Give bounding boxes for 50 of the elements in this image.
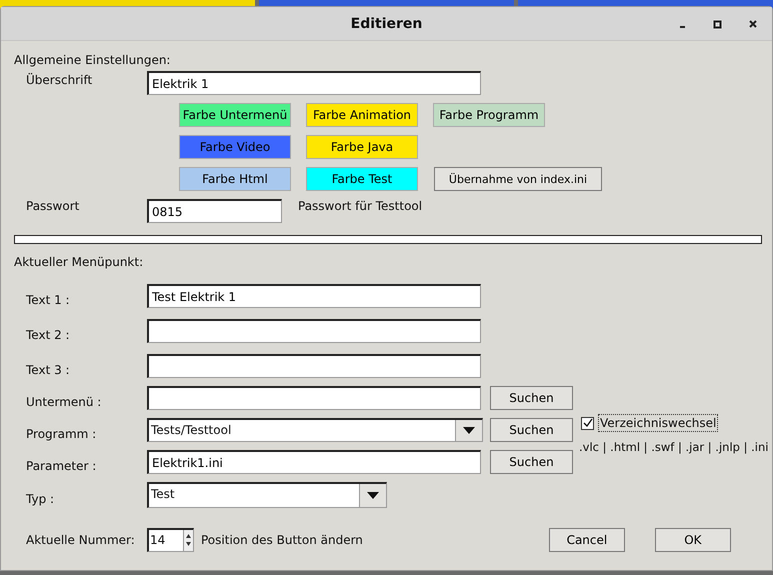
field-label: Text 3 : [25,362,71,377]
number-spinner[interactable]: 14 [147,528,194,552]
search-button[interactable]: Suchen [490,450,573,474]
close-icon[interactable] [748,19,758,29]
caret-icon [463,427,475,434]
text-input[interactable] [147,354,481,378]
title-input[interactable]: Elektrik 1 [147,71,481,95]
dialog-button[interactable]: Cancel [548,528,625,552]
color-button[interactable]: Farbe Programm [433,103,545,127]
color-button[interactable]: Farbe Animation [306,103,418,127]
text-input[interactable]: Test Elektrik 1 [147,284,481,308]
field-label: Text 1 : [25,292,71,307]
field-label: Programm : [25,426,98,441]
field-label: Passwort [25,199,80,213]
checkbox-label: Verzeichniswechsel [598,414,718,432]
text-input[interactable] [147,386,481,410]
color-button[interactable]: Farbe Html [179,167,291,191]
color-button[interactable]: Farbe Java [306,135,418,159]
dropdown-value: Tests/Testtool [150,422,232,439]
checkmark-icon [582,418,592,428]
checkbox[interactable] [581,416,594,430]
color-button[interactable]: Farbe Untermenü [179,103,291,127]
field-label: Text 2 : [25,327,71,342]
dropdown-value: Test [150,486,176,503]
window-title: Editieren [350,16,422,32]
text-input[interactable] [147,319,481,343]
dropdown[interactable]: Test [147,482,387,508]
maximize-icon[interactable] [713,19,723,29]
position-hint: Position des Button ändern [201,533,363,547]
directory-change-checkbox[interactable]: Verzeichniswechsel [581,414,768,432]
import-button[interactable]: Übernahme von index.ini [434,167,602,191]
field-label: Parameter : [25,458,98,473]
caret-icon [367,492,379,499]
search-button[interactable]: Suchen [490,418,573,442]
text-input[interactable]: Elektrik1.ini [147,450,481,474]
password-input[interactable]: 0815 [147,199,282,223]
field-label: Überschrift [25,72,94,87]
spinner-value: 14 [149,532,166,549]
field-label: Untermenü : [25,394,102,409]
dialog-button[interactable]: OK [654,528,731,552]
search-button[interactable]: Suchen [490,386,573,410]
field-label: Typ : [25,491,56,506]
dropdown[interactable]: Tests/Testtool [147,418,483,442]
section-heading: Allgemeine Einstellungen: [14,53,172,69]
color-button[interactable]: Farbe Test [306,167,418,191]
section-heading: Aktueller Menüpunkt: [14,255,144,271]
extensions-text: .vlc | .html | .swf | .jar | .jnlp | .ini [579,440,768,454]
password-hint: Passwort für Testtool [298,199,422,213]
field-label: Aktuelle Nummer: [25,533,136,547]
color-button[interactable]: Farbe Video [179,135,291,159]
